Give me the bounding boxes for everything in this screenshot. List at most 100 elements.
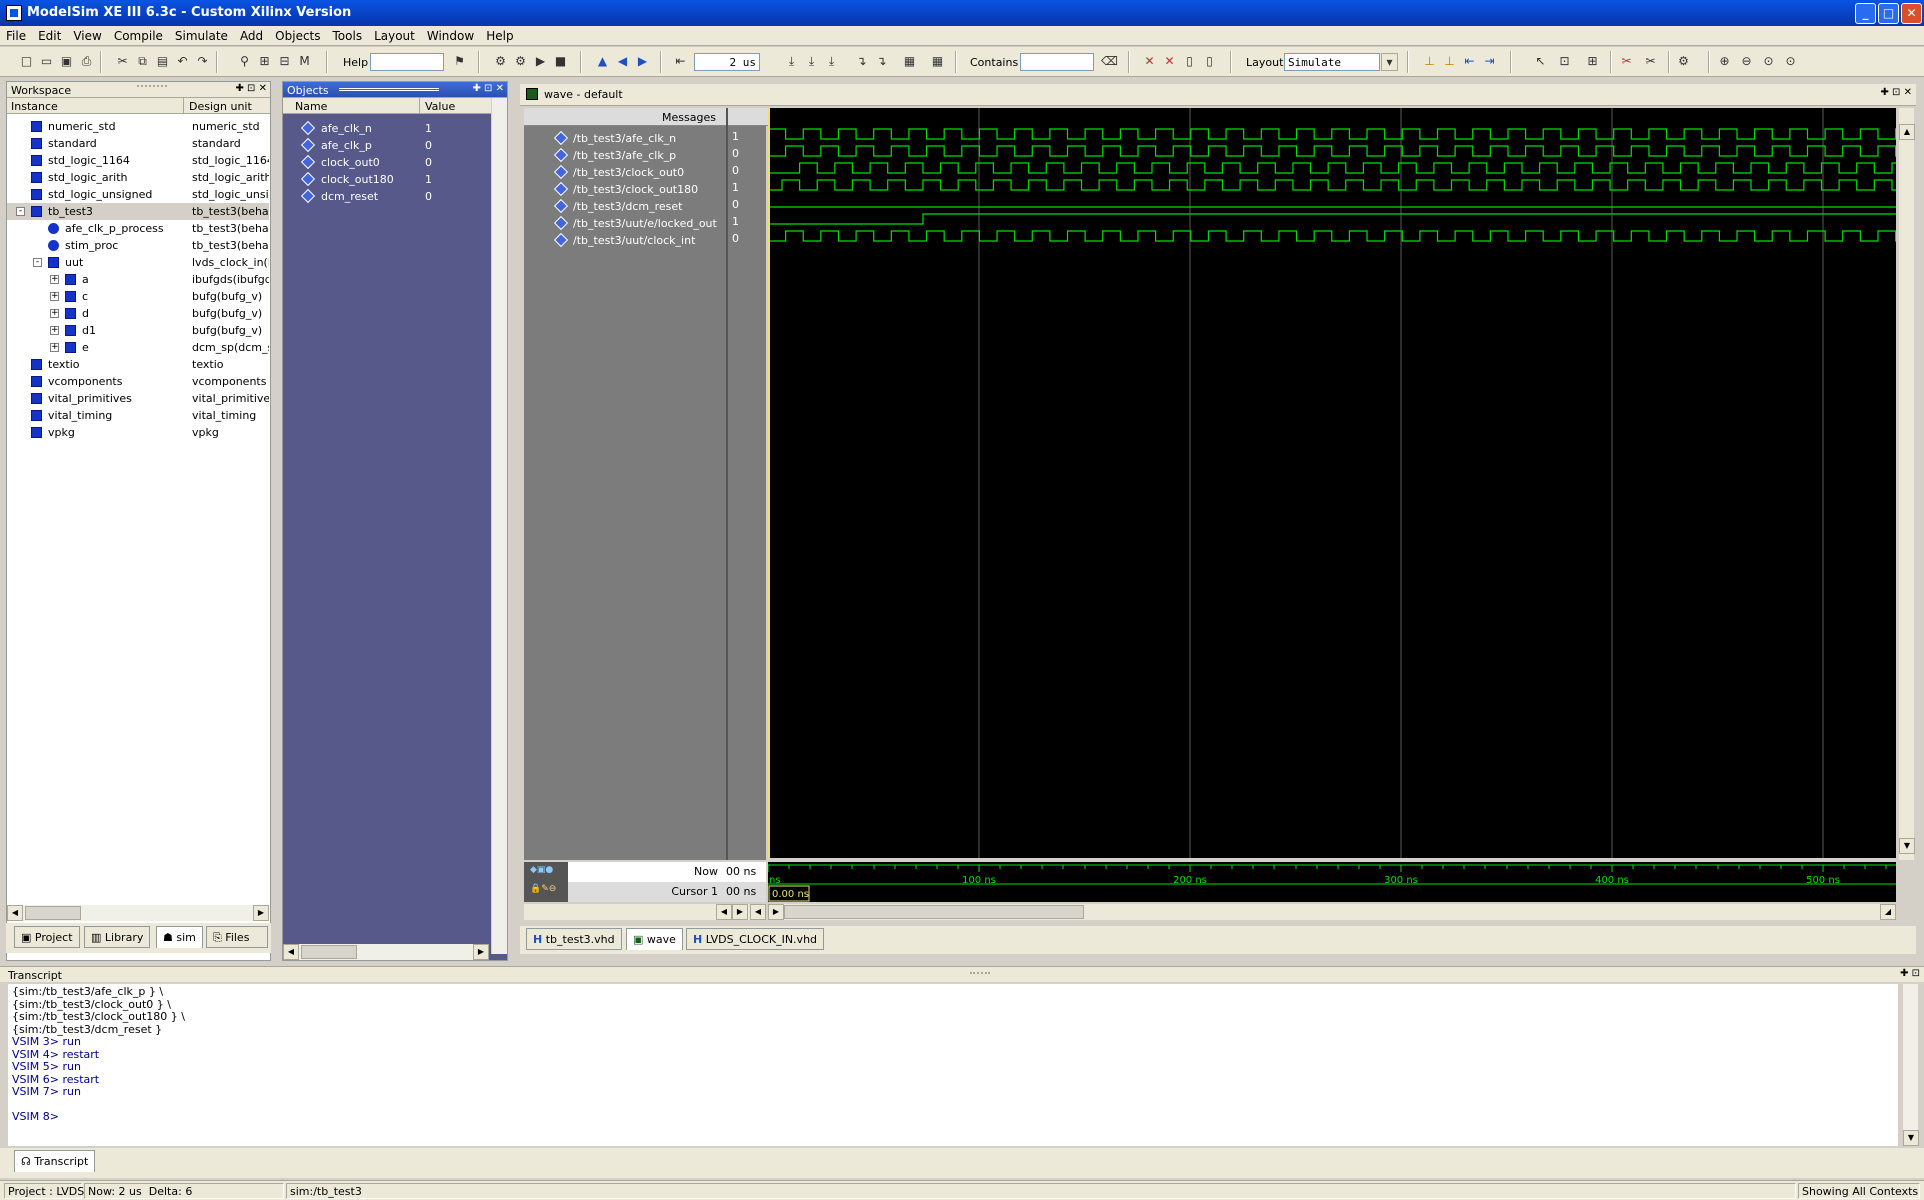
compile-all-icon[interactable]: ⚙ [512, 53, 529, 70]
open-folder-icon[interactable]: ▭ [38, 53, 55, 70]
workspace-row[interactable]: vpkg vpkg [7, 424, 269, 441]
wave-vscroll[interactable]: ▲ ▼ [1898, 108, 1915, 860]
wave-signal-row[interactable]: /tb_test3/clock_out180 [524, 181, 726, 198]
tab-transcript[interactable]: ☊ Transcript [14, 1150, 96, 1172]
help-search-icon[interactable]: ⚑ [451, 53, 468, 70]
menu-objects[interactable]: Objects [269, 26, 326, 43]
object-row[interactable]: afe_clk_p 0 [283, 137, 491, 154]
waveform-svg[interactable] [768, 108, 1897, 858]
workspace-row[interactable]: std_logic_1164 std_logic_1164 [7, 152, 269, 169]
workspace-row[interactable]: standard standard [7, 135, 269, 152]
redo-icon[interactable]: ↷ [194, 53, 211, 70]
doc2-icon[interactable]: ▯ [1201, 53, 1218, 70]
workspace-row[interactable]: + d1 bufg(bufg_v) [7, 322, 269, 339]
zoom-in-icon[interactable]: ⊕ [1716, 53, 1733, 70]
wave-signal-row[interactable]: /tb_test3/uut/e/locked_out [524, 215, 726, 232]
remove-cursor-icon[interactable]: ✂ [1642, 53, 1659, 70]
transcript-console[interactable]: {sim:/tb_test3/afe_clk_p } \ {sim:/tb_tes… [8, 984, 1898, 1146]
workspace-row[interactable]: std_logic_unsigned std_logic_unsig. [7, 186, 269, 203]
workspace-row[interactable]: vital_primitives vital_primitives [7, 390, 269, 407]
stop-icon[interactable]: ▦ [929, 53, 946, 70]
select-mode-icon[interactable]: ↖ [1532, 53, 1549, 70]
continue-icon[interactable]: ⤓ [803, 53, 820, 70]
workspace-row[interactable]: - uut lvds_clock_in(b. [7, 254, 269, 271]
break-sim-icon[interactable]: ▦ [901, 53, 918, 70]
menu-window[interactable]: Window [421, 26, 480, 43]
col-design-unit[interactable]: Design unit [189, 100, 252, 113]
clear-filter-icon[interactable]: ⌫ [1101, 53, 1118, 70]
waveform-canvas[interactable] [768, 108, 1897, 858]
save-icon[interactable]: ▣ [58, 53, 75, 70]
zoom-cursor-icon[interactable]: ⊙ [1782, 53, 1799, 70]
wave-hscroll[interactable]: ▶ ◢ [768, 904, 1896, 920]
simulate-icon[interactable]: ▶ [532, 53, 549, 70]
contains-filter-input[interactable] [1020, 53, 1094, 71]
col-value[interactable]: Value [425, 100, 455, 113]
modelsim-icon[interactable]: M [296, 53, 313, 70]
break-icon[interactable]: ■ [552, 53, 569, 70]
delete-all-icon[interactable]: ✕ [1161, 53, 1178, 70]
object-row[interactable]: clock_out180 1 [283, 171, 491, 188]
tab-library[interactable]: ▥ Library [84, 926, 151, 948]
time-axis[interactable]: ns 100 ns 200 ns 300 ns 400 ns 500 ns 0.00 ns [767, 862, 1896, 902]
print-icon[interactable]: ⎙ [78, 53, 95, 70]
tab-wave[interactable]: ▣ wave [626, 928, 683, 950]
menu-help[interactable]: Help [480, 26, 519, 43]
copy-icon[interactable]: ⧉ [134, 53, 151, 70]
tree-expand-icon[interactable]: + [50, 326, 59, 335]
col-name[interactable]: Name [295, 100, 327, 113]
help-search-input[interactable] [370, 53, 444, 71]
names-hscroll[interactable]: ◀ ▶ ◀ [524, 904, 766, 920]
wave-signal-row[interactable]: /tb_test3/dcm_reset [524, 198, 726, 215]
workspace-row[interactable]: numeric_std numeric_std [7, 118, 269, 135]
workspace-row[interactable]: textio textio [7, 356, 269, 373]
find-icon[interactable]: ⚲ [236, 53, 253, 70]
tree-expand-icon[interactable]: - [33, 258, 42, 267]
workspace-row[interactable]: stim_proc tb_test3(behavi [7, 237, 269, 254]
tree-expand-icon[interactable]: + [50, 343, 59, 352]
maximize-button[interactable]: □ [1878, 3, 1899, 24]
waveform-trace[interactable] [768, 145, 1897, 157]
menu-view[interactable]: View [67, 26, 107, 43]
tree-expand-icon[interactable]: + [50, 309, 59, 318]
edit-mode-icon[interactable]: ⊞ [1584, 53, 1601, 70]
workspace-row[interactable]: - tb_test3 tb_test3(behavi [7, 203, 269, 220]
tab-files[interactable]: ⎘ Files [206, 926, 268, 948]
doc-icon[interactable]: ▯ [1181, 53, 1198, 70]
step-over-icon[interactable]: ↴ [873, 53, 890, 70]
workspace-row[interactable]: vcomponents vcomponents [7, 373, 269, 390]
menu-compile[interactable]: Compile [108, 26, 169, 43]
tab-tb-test3-vhd[interactable]: H tb_test3.vhd [526, 928, 622, 950]
zoom-out-icon[interactable]: ⊖ [1738, 53, 1755, 70]
layout-select[interactable]: Simulate [1284, 53, 1380, 71]
run-length-input[interactable]: 2 us [694, 53, 760, 71]
menu-simulate[interactable]: Simulate [169, 26, 234, 43]
new-file-icon[interactable]: □ [18, 53, 35, 70]
layout-dropdown-chevron-icon[interactable]: ▾ [1381, 53, 1398, 71]
hierarchy-icon[interactable]: ⊞ [256, 53, 273, 70]
up-arrow-icon[interactable]: ▲ [594, 53, 611, 70]
waveform-trace[interactable] [768, 179, 1896, 191]
workspace-row[interactable]: vital_timing vital_timing [7, 407, 269, 424]
tree-expand-icon[interactable]: + [50, 275, 59, 284]
waveform-trace[interactable] [768, 162, 1896, 174]
wave-signal-row[interactable]: /tb_test3/afe_clk_p [524, 147, 726, 164]
menu-add[interactable]: Add [234, 26, 269, 43]
tree-icon[interactable]: ⊟ [276, 53, 293, 70]
delete-icon[interactable]: ✕ [1141, 53, 1158, 70]
tree-expand-icon[interactable]: - [16, 207, 25, 216]
wave-signal-row[interactable]: /tb_test3/clock_out0 [524, 164, 726, 181]
waveform-trace[interactable] [768, 230, 1897, 242]
transcript-dock-icons[interactable]: ✚ ⊡ [1900, 968, 1920, 979]
tab-lvds-clock-in-vhd[interactable]: H LVDS_CLOCK_IN.vhd [686, 928, 825, 950]
run-all-icon[interactable]: ⤓ [823, 53, 840, 70]
menu-layout[interactable]: Layout [368, 26, 421, 43]
object-row[interactable]: afe_clk_n 1 [283, 120, 491, 137]
cursor-icons[interactable]: 🔒✎⊖ [530, 884, 556, 894]
compile-icon[interactable]: ⚙ [492, 53, 509, 70]
menu-tools[interactable]: Tools [327, 26, 369, 43]
wave-signal-row[interactable]: /tb_test3/afe_clk_n [524, 130, 726, 147]
object-row[interactable]: clock_out0 0 [283, 154, 491, 171]
wave-signal-row[interactable]: /tb_test3/uut/clock_int [524, 232, 726, 249]
workspace-row[interactable]: + c bufg(bufg_v) [7, 288, 269, 305]
